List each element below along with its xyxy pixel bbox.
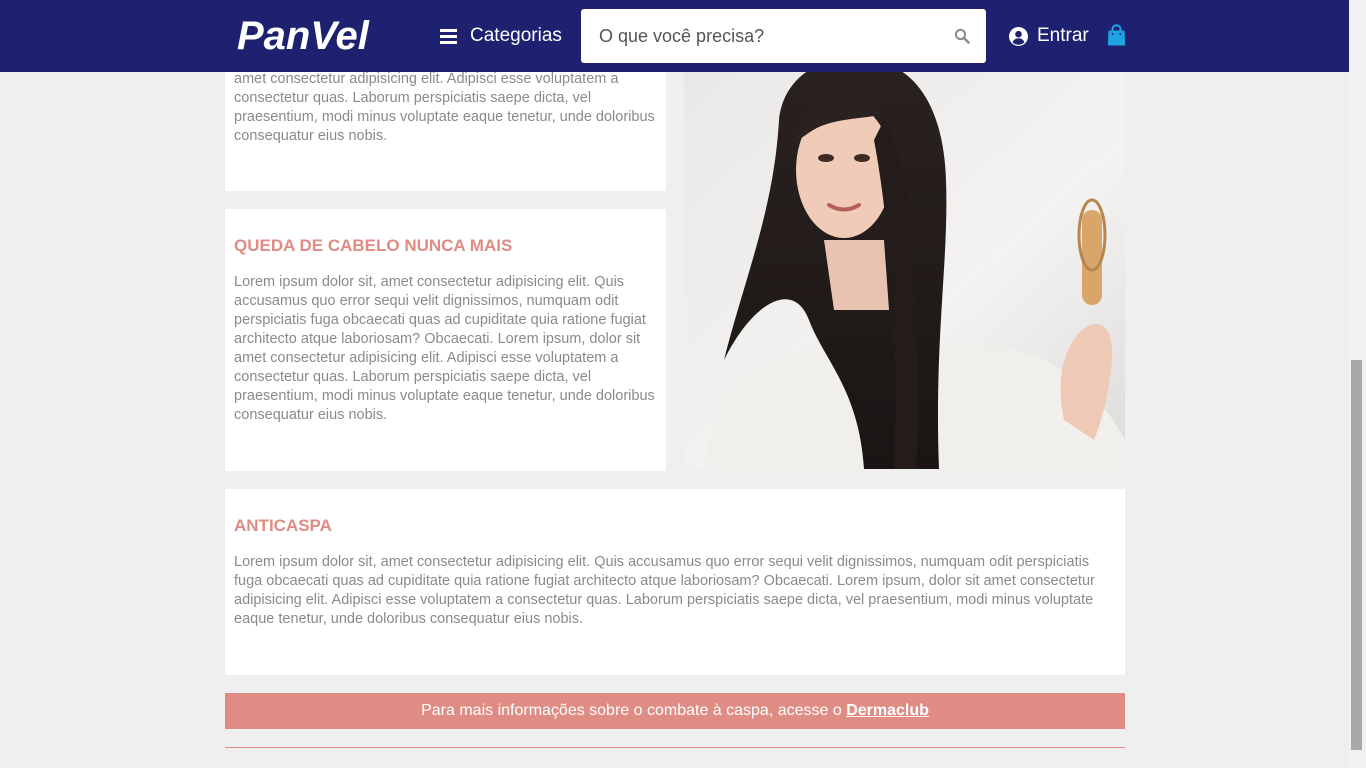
- search-icon[interactable]: [954, 28, 970, 44]
- categories-label: Categorias: [470, 25, 562, 46]
- user-circle-icon: [1009, 26, 1028, 46]
- card-title: QUEDA DE CABELO NUNCA MAIS: [234, 236, 513, 255]
- card-text: Lorem ipsum dolor sit, amet consectetur …: [234, 274, 655, 423]
- login-button[interactable]: Entrar: [1009, 22, 1089, 50]
- shopping-bag-icon[interactable]: [1107, 24, 1126, 46]
- hamburger-icon: [440, 28, 457, 44]
- panvel-logo[interactable]: PanVel: [237, 14, 369, 58]
- dermaclub-info-bar: Para mais informações sobre o combate à …: [225, 693, 1125, 729]
- scrollbar-thumb[interactable]: [1351, 360, 1362, 750]
- page-scrollbar[interactable]: [1349, 0, 1366, 768]
- card-title: ANTICASPA: [234, 516, 332, 535]
- categories-button[interactable]: Categorias: [440, 22, 562, 50]
- top-header: PanVel Categorias Entrar: [0, 0, 1349, 72]
- dermaclub-link[interactable]: Dermaclub: [846, 702, 929, 719]
- info-card-anticaspa: ANTICASPA Lorem ipsum dolor sit, amet co…: [225, 489, 1125, 675]
- login-label: Entrar: [1037, 25, 1089, 46]
- info-card-hair-loss: QUEDA DE CABELO NUNCA MAIS Lorem ipsum d…: [225, 209, 666, 471]
- woman-with-hairbrush-photo: [684, 60, 1125, 469]
- card-text: Lorem ipsum dolor sit, amet consectetur …: [234, 554, 1095, 627]
- search-box: [581, 9, 986, 63]
- search-input[interactable]: [581, 9, 949, 63]
- info-card-top: amet consectetur adipisicing elit. Adipi…: [225, 60, 666, 191]
- card-text: amet consectetur adipisicing elit. Adipi…: [234, 71, 655, 144]
- section-divider: [225, 747, 1125, 748]
- info-bar-text: Para mais informações sobre o combate à …: [421, 702, 847, 719]
